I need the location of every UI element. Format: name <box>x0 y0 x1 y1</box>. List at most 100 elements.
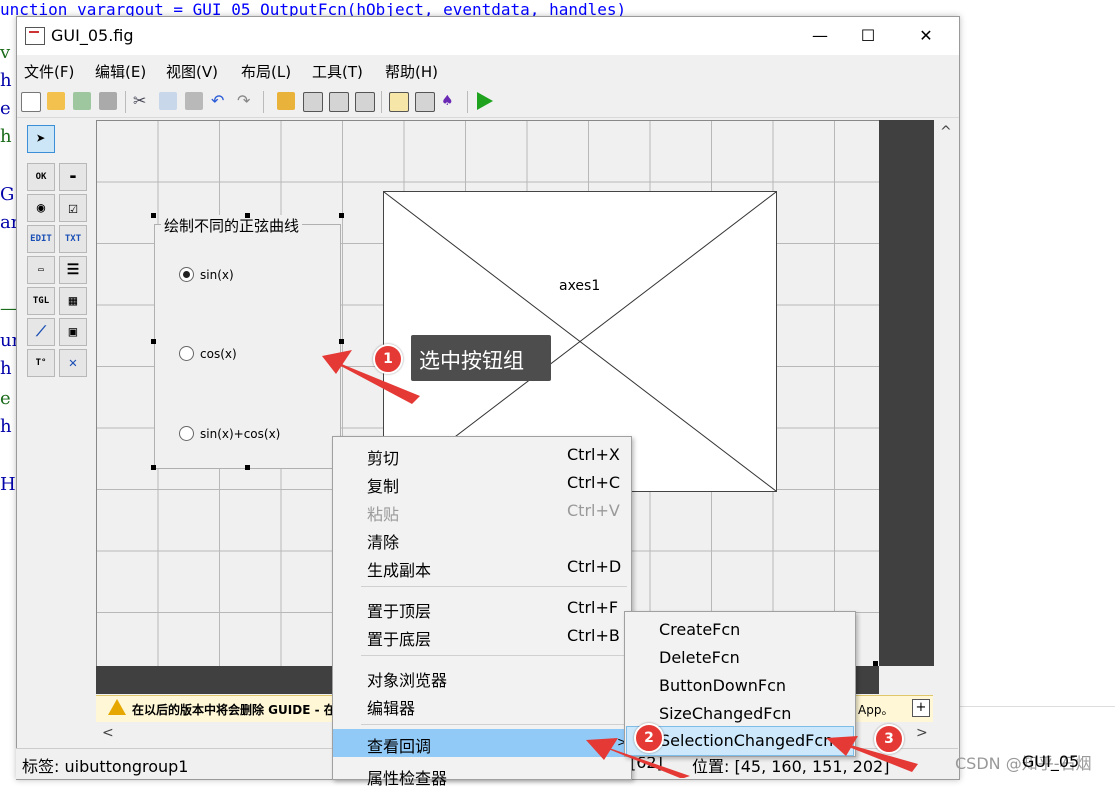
menu-edit[interactable]: 编辑(E) <box>95 61 146 82</box>
figure-app-icon <box>25 27 45 45</box>
checkbox-tool-icon[interactable]: ☑ <box>59 194 87 222</box>
expand-plus-button[interactable]: + <box>912 699 930 717</box>
slider-tool-icon[interactable]: ▬ <box>59 163 87 191</box>
panel-tool-icon[interactable]: ▣ <box>59 318 87 346</box>
tab-order-icon[interactable] <box>329 92 349 112</box>
ctx-send-to-back[interactable]: 置于底层 Ctrl+B <box>333 622 631 650</box>
sub-selectionchangedfcn-label: SelectionChangedFcn <box>660 731 834 750</box>
scroll-up-icon[interactable]: ^ <box>940 124 952 140</box>
ctx-cut[interactable]: 剪切 Ctrl+X <box>333 441 631 469</box>
sub-sizechangedfcn[interactable]: SizeChangedFcn <box>625 700 855 728</box>
toolbar: ✂ ↶ ↷ ♠ <box>17 87 959 118</box>
menu-tools[interactable]: 工具(T) <box>312 61 363 82</box>
ctx-copy[interactable]: 复制 Ctrl+C <box>333 469 631 497</box>
figure-tab-label[interactable]: GUI_05 <box>1022 752 1079 771</box>
table-tool-icon[interactable]: ▦ <box>59 287 87 315</box>
ctx-property-inspector[interactable]: 属性检查器 <box>333 761 631 789</box>
scroll-left-icon[interactable]: < <box>102 725 114 741</box>
select-tool-icon[interactable]: ➤ <box>27 125 55 153</box>
ctx-separator <box>361 724 627 725</box>
vertical-scrollbar[interactable]: ^ <box>934 120 958 700</box>
ctx-property-inspector-label: 属性检查器 <box>367 769 448 788</box>
selection-handle[interactable] <box>245 465 250 470</box>
ctx-bring-to-front-label: 置于顶层 <box>367 602 432 621</box>
button-group[interactable]: 绘制不同的正弦曲线 sin(x) cos(x) sin(x)+cos(x) <box>154 215 341 469</box>
ctx-editor[interactable]: 编辑器 <box>333 691 631 719</box>
menu-file[interactable]: 文件(F) <box>24 61 74 82</box>
ctx-editor-label: 编辑器 <box>367 699 416 718</box>
ctx-duplicate-shortcut: Ctrl+D <box>567 557 622 576</box>
radiobutton-tool-icon[interactable]: ◉ <box>27 194 55 222</box>
maximize-button[interactable]: ☐ <box>845 23 891 49</box>
ctx-object-browser[interactable]: 对象浏览器 <box>333 663 631 691</box>
code-margin-char: e <box>0 388 11 409</box>
radio-sin-plus-cos-label: sin(x)+cos(x) <box>200 426 281 441</box>
activex-tool-icon[interactable]: ✕ <box>59 349 87 377</box>
object-browser-icon[interactable]: ♠ <box>441 92 459 110</box>
toolbar-separator <box>125 91 126 113</box>
save-icon[interactable] <box>99 92 117 110</box>
popup-menu-tool-icon[interactable]: ▭ <box>27 256 55 284</box>
axes-tool-icon[interactable]: ⟋ <box>27 318 55 346</box>
align-icon[interactable] <box>277 92 295 110</box>
menu-editor-icon[interactable] <box>303 92 323 112</box>
radio-sin[interactable]: sin(x) <box>179 267 234 282</box>
menu-layout[interactable]: 布局(L) <box>241 61 291 82</box>
listbox-tool-icon[interactable]: ☰ <box>59 256 87 284</box>
ctx-bring-to-front[interactable]: 置于顶层 Ctrl+F <box>333 594 631 622</box>
radio-cos-label: cos(x) <box>200 346 237 361</box>
static-text-tool-icon[interactable]: TXT <box>59 225 87 253</box>
sub-deletefcn[interactable]: DeleteFcn <box>625 644 855 672</box>
sub-buttondownfcn[interactable]: ButtonDownFcn <box>625 672 855 700</box>
right-editor-panel <box>958 0 1115 778</box>
radio-sin-plus-cos-dot <box>179 426 194 441</box>
buttongroup-tool-icon[interactable]: T° <box>27 349 55 377</box>
save-as-icon[interactable] <box>73 92 91 110</box>
menu-view[interactable]: 视图(V) <box>166 61 218 82</box>
selection-handle[interactable] <box>339 339 344 344</box>
ctx-send-to-back-label: 置于底层 <box>367 630 432 649</box>
edit-text-tool-icon[interactable]: EDIT <box>27 225 55 253</box>
selection-handle[interactable] <box>151 339 156 344</box>
annotation-callout: 选中按钮组 <box>411 335 551 381</box>
cut-icon[interactable]: ✂ <box>133 92 151 110</box>
redo-icon[interactable]: ↷ <box>237 92 255 110</box>
radio-sin-dot <box>179 267 194 282</box>
toolbar-separator <box>381 91 382 113</box>
new-icon[interactable] <box>21 92 41 112</box>
scroll-right-icon[interactable]: > <box>916 725 928 741</box>
copy-icon[interactable] <box>159 92 177 110</box>
pushbutton-tool-icon[interactable]: OK <box>27 163 55 191</box>
ctx-duplicate[interactable]: 生成副本 Ctrl+D <box>333 553 631 581</box>
close-button[interactable]: ✕ <box>903 23 949 49</box>
ctx-clear-label: 清除 <box>367 533 400 552</box>
selection-handle[interactable] <box>151 465 156 470</box>
selection-handle[interactable] <box>151 213 156 218</box>
canvas-outside-area <box>879 120 934 666</box>
toolbar-editor-icon[interactable] <box>355 92 375 112</box>
ctx-view-callbacks[interactable]: 查看回调 > <box>333 729 631 757</box>
code-margin-char: v <box>0 42 11 63</box>
paste-icon[interactable] <box>185 92 203 110</box>
menu-help[interactable]: 帮助(H) <box>385 61 438 82</box>
ctx-clear[interactable]: 清除 <box>333 525 631 553</box>
open-icon[interactable] <box>47 92 65 110</box>
minimize-button[interactable]: — <box>797 23 843 49</box>
editor-icon[interactable] <box>389 92 409 112</box>
ctx-paste[interactable]: 粘贴 Ctrl+V <box>333 497 631 525</box>
button-group-title: 绘制不同的正弦曲线 <box>161 215 303 236</box>
property-inspector-icon[interactable] <box>415 92 435 112</box>
undo-icon[interactable]: ↶ <box>211 92 229 110</box>
ctx-duplicate-label: 生成副本 <box>367 561 432 580</box>
radio-sin-plus-cos[interactable]: sin(x)+cos(x) <box>179 426 280 441</box>
radio-cos[interactable]: cos(x) <box>179 346 237 361</box>
sub-createfcn[interactable]: CreateFcn <box>625 616 855 644</box>
step-badge-1: 1 <box>373 344 403 374</box>
canvas-resize-handle[interactable] <box>873 661 878 666</box>
toggle-button-tool-icon[interactable]: TGL <box>27 287 55 315</box>
selection-handle[interactable] <box>339 213 344 218</box>
selection-handle[interactable] <box>245 213 250 218</box>
title-bar: GUI_05.fig — ☐ ✕ <box>17 17 959 55</box>
run-icon[interactable] <box>477 92 493 110</box>
ctx-cut-shortcut: Ctrl+X <box>567 445 620 464</box>
